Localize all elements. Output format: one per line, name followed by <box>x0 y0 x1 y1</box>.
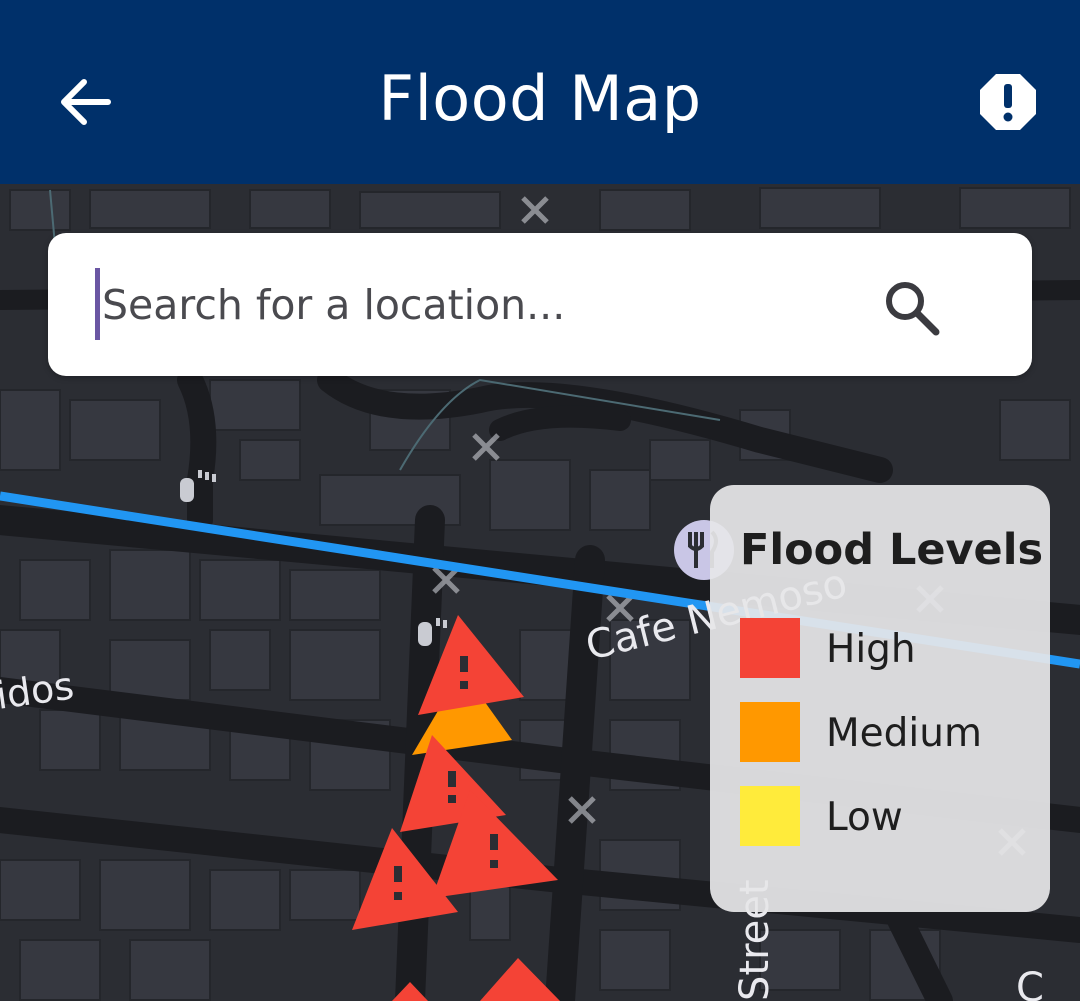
legend-swatch-low <box>740 786 800 846</box>
page-title: Flood Map <box>378 62 702 135</box>
flood-legend: Flood Levels High Medium Low <box>710 485 1050 912</box>
map-label-edge: C <box>1016 965 1044 1001</box>
search-input[interactable] <box>100 268 844 342</box>
legend-swatch-medium <box>740 702 800 762</box>
legend-swatch-high <box>740 618 800 678</box>
legend-item-low: Low <box>740 786 1040 848</box>
legend-label-medium: Medium <box>826 711 982 756</box>
legend-item-high: High <box>740 618 1040 680</box>
alert-octagon-icon[interactable] <box>976 70 1040 134</box>
search-icon[interactable] <box>880 276 942 338</box>
app-bar: Flood Map <box>0 0 1080 184</box>
legend-label-high: High <box>826 627 916 672</box>
legend-label-low: Low <box>826 795 903 840</box>
legend-item-medium: Medium <box>740 702 1040 764</box>
legend-title: Flood Levels <box>740 525 1044 575</box>
